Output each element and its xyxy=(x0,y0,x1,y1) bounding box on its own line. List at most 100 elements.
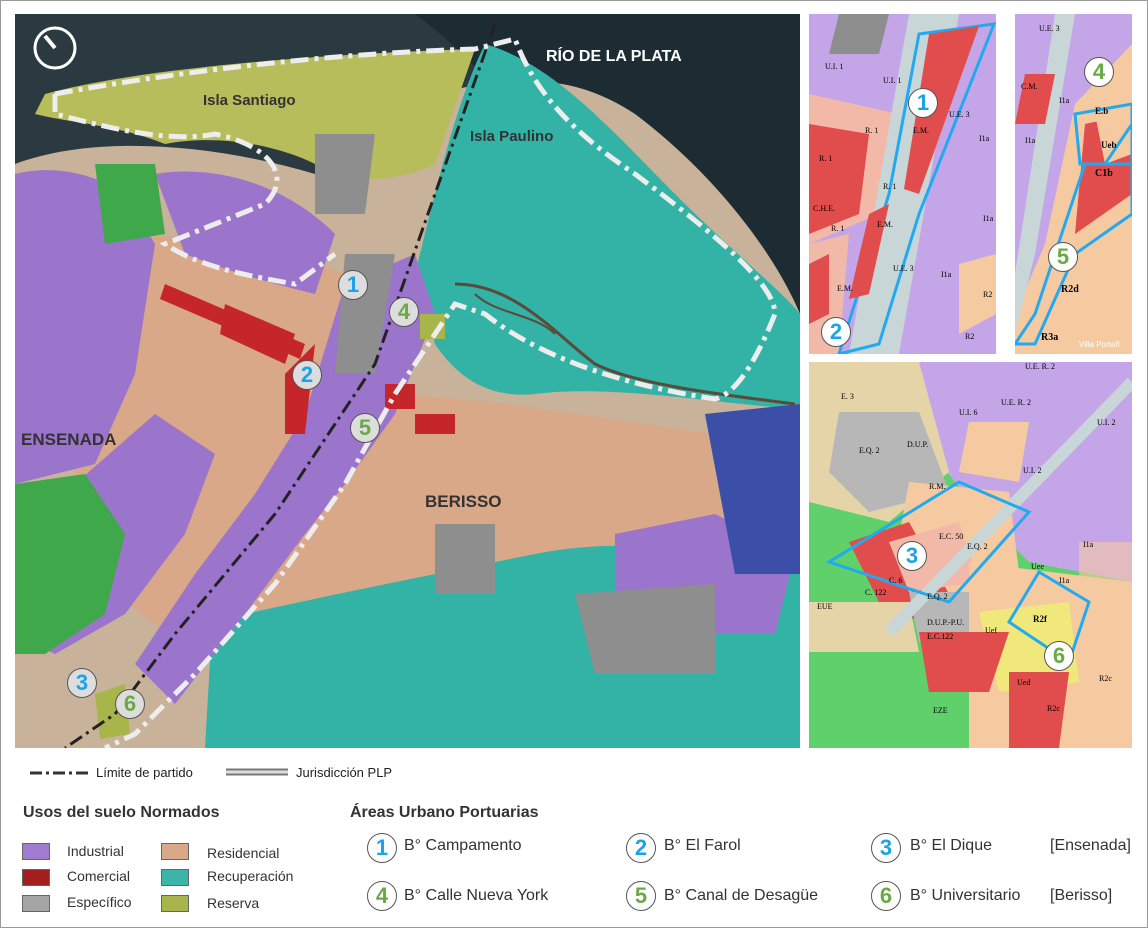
inset-c-zone: I1a xyxy=(1083,540,1094,549)
inset-c-zone: U.I. 2 xyxy=(1023,466,1042,475)
inset-c-zone: R2f xyxy=(1033,614,1047,624)
group-ensenada: [Ensenada] xyxy=(1050,837,1131,854)
usos-label-reserva: Reserva xyxy=(207,895,260,911)
inset-map-a[interactable]: U.I. 1 U.I. 1 U.E. 3 R. 1 R. 1 R. 1 C.H.… xyxy=(809,14,996,354)
inset-c-zone: E.Q. 2 xyxy=(927,592,948,601)
area-label-1: B° Campamento xyxy=(404,837,522,854)
inset-b-zone: E.b xyxy=(1095,106,1109,116)
group-berisso: [Berisso] xyxy=(1050,887,1113,904)
jurisdiccion-label: Jurisdicción PLP xyxy=(296,765,393,780)
inset-c-zone: C. 122 xyxy=(865,588,887,597)
inset-a-zone: U.E. 3 xyxy=(893,264,914,273)
inset-c-zone: E.C. 50 xyxy=(939,532,964,541)
usos-label-residencial: Residencial xyxy=(207,845,280,861)
marker-2[interactable]: 2 xyxy=(292,360,322,390)
area-label-6: B° Universitario xyxy=(910,887,1021,904)
inset-a-zone: I1a xyxy=(941,270,952,279)
area-icon-3: 3 xyxy=(871,833,901,863)
inset-c-marker-6[interactable]: 6 xyxy=(1044,641,1074,671)
inset-map-c[interactable]: E. 3 U.E. R. 2 U.E. R. 2 U.I. 6 U.I. 2 U… xyxy=(809,362,1132,748)
usos-label-recuperacion: Recuperación xyxy=(207,868,294,884)
areas-title: Áreas Urbano Portuarias xyxy=(350,804,539,821)
jurisdiccion-line-icon xyxy=(226,768,288,776)
inset-b-zone: R3a xyxy=(1041,332,1059,343)
inset-b-zone: C.M. xyxy=(1021,82,1038,91)
inset-c-zone: EUE xyxy=(817,602,833,611)
inset-b-zone: Ueb xyxy=(1101,140,1117,150)
usos-label-especifico: Específico xyxy=(67,894,132,910)
inset-a-zone: E.M. xyxy=(913,126,929,135)
main-map[interactable]: RÍO DE LA PLATA Isla Santiago Isla Pauli… xyxy=(15,14,800,748)
inset-c-zone: R.M. xyxy=(929,482,946,491)
limite-line-icon xyxy=(30,771,90,775)
marker-1[interactable]: 1 xyxy=(338,270,368,300)
inset-a-zone: C.H.E. xyxy=(813,204,835,213)
isla-paulino-label: Isla Paulino xyxy=(470,128,554,145)
inset-b-zone: I1a xyxy=(1059,96,1070,105)
area-icon-2: 2 xyxy=(626,833,656,863)
marker-3[interactable]: 3 xyxy=(67,668,97,698)
inset-c-zone: EZE xyxy=(933,706,948,715)
limite-label: Límite de partido xyxy=(96,765,193,780)
inset-c-zone: D.U.P.-P.U. xyxy=(927,618,965,627)
marker-6[interactable]: 6 xyxy=(115,689,145,719)
inset-a-marker-2[interactable]: 2 xyxy=(821,317,851,347)
ensenada-label: ENSENADA xyxy=(21,430,117,449)
inset-c-zone: U.I. 6 xyxy=(959,408,978,417)
inset-a-zone: R. 1 xyxy=(831,224,845,233)
inset-c-marker-3[interactable]: 3 xyxy=(897,541,927,571)
inset-c-zone: E. 3 xyxy=(841,392,854,401)
inset-a-zone: E.M. xyxy=(837,284,853,293)
marker-5[interactable]: 5 xyxy=(350,413,380,443)
inset-c-zone: E.Q. 2 xyxy=(859,446,880,455)
inset-a-marker-1[interactable]: 1 xyxy=(908,88,938,118)
inset-a-zone: E.M. xyxy=(877,220,893,229)
inset-a-zone: R. 1 xyxy=(883,182,897,191)
area-icon-5: 5 xyxy=(626,881,656,911)
swatch-especifico xyxy=(22,895,50,912)
berisso-label: BERISSO xyxy=(425,492,502,511)
inset-b-zone: U.E. 3 xyxy=(1039,24,1060,33)
inset-c-zone: U.E. R. 2 xyxy=(1025,362,1055,371)
area-label-3: B° El Dique xyxy=(910,837,992,854)
inset-a-zone: R. 1 xyxy=(865,126,879,135)
inset-c-zone: U.I. 2 xyxy=(1097,418,1116,427)
swatch-comercial xyxy=(22,869,50,886)
inset-a-zone: I1a xyxy=(983,214,994,223)
inset-c-zone: U.E. R. 2 xyxy=(1001,398,1031,407)
inset-b-marker-5[interactable]: 5 xyxy=(1048,242,1078,272)
usos-label-industrial: Industrial xyxy=(67,843,124,859)
inset-b-marker-4[interactable]: 4 xyxy=(1084,57,1114,87)
inset-a-zone: I1a xyxy=(979,134,990,143)
inset-c-zone: E.C.122 xyxy=(927,632,954,641)
isla-santiago-label: Isla Santiago xyxy=(203,92,296,109)
inset-a-zone: R2 xyxy=(965,332,975,341)
inset-b-zone: Villa Porteñ xyxy=(1079,340,1120,349)
usos-label-comercial: Comercial xyxy=(67,868,131,884)
inset-c-zone: Uee xyxy=(1031,562,1044,571)
area-icon-4: 4 xyxy=(367,881,397,911)
area-label-4: B° Calle Nueva York xyxy=(404,887,549,904)
swatch-residencial xyxy=(161,843,189,860)
inset-a-zone: U.E. 3 xyxy=(949,110,970,119)
inset-b-zone: R2d xyxy=(1061,284,1079,295)
inset-c-zone: R2c xyxy=(1047,704,1060,713)
inset-a-zone: R2 xyxy=(983,290,993,299)
area-icon-1: 1 xyxy=(367,833,397,863)
inset-c-zone: E.Q. 2 xyxy=(967,542,988,551)
swatch-recuperacion xyxy=(161,869,189,886)
inset-c-zone: I1a xyxy=(1059,576,1070,585)
river-label: RÍO DE LA PLATA xyxy=(546,48,682,65)
area-icon-6: 6 xyxy=(871,881,901,911)
inset-c-zone: R2c xyxy=(1099,674,1112,683)
inset-c-zone: Uef xyxy=(985,626,997,635)
inset-map-b[interactable]: U.E. 3 C.M. I1a I1a E.b Ueb C1b R2d R3a … xyxy=(1015,14,1132,354)
inset-a-zone: U.I. 1 xyxy=(825,62,844,71)
inset-b-zone: C1b xyxy=(1095,168,1113,179)
inset-a-zone: R. 1 xyxy=(819,154,833,163)
inset-b-zone: I1a xyxy=(1025,136,1036,145)
inset-c-zone: C. 6 xyxy=(889,576,903,585)
inset-c-zone: D.U.P. xyxy=(907,440,929,449)
marker-4[interactable]: 4 xyxy=(389,297,419,327)
swatch-reserva xyxy=(161,895,189,912)
